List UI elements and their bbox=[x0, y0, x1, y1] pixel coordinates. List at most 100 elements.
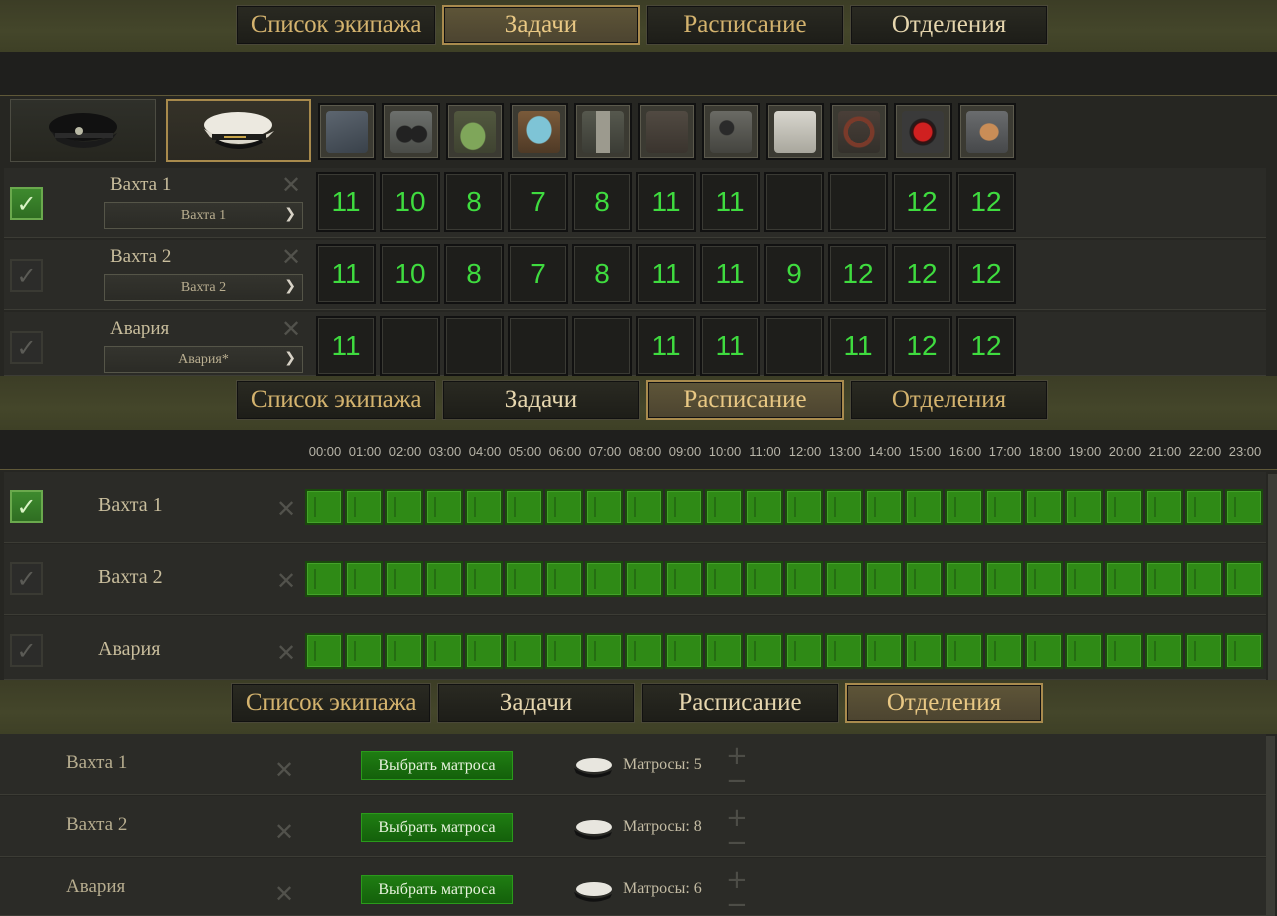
task-cell[interactable]: 11 bbox=[636, 172, 696, 232]
tab-tasks[interactable]: Задачи bbox=[437, 683, 635, 723]
task-cell[interactable]: 8 bbox=[444, 172, 504, 232]
schedule-slot[interactable] bbox=[785, 489, 823, 525]
tab-divisions[interactable]: Отделения bbox=[850, 5, 1048, 45]
task-cell[interactable]: 12 bbox=[892, 244, 952, 304]
watch-1-dropdown[interactable]: Вахта 1 ❯ bbox=[104, 202, 303, 229]
division-watch-1-remove-icon[interactable]: ✕ bbox=[274, 758, 294, 782]
tab-tasks[interactable]: Задачи bbox=[442, 5, 640, 45]
schedule-slot[interactable] bbox=[985, 561, 1023, 597]
task-cell[interactable]: 11 bbox=[700, 172, 760, 232]
schedule-scrollbar[interactable] bbox=[1268, 474, 1277, 680]
task-cell[interactable] bbox=[828, 172, 888, 232]
schedule-slot[interactable] bbox=[745, 561, 783, 597]
task-cell[interactable] bbox=[764, 172, 824, 232]
task-cell[interactable]: 12 bbox=[956, 316, 1016, 376]
task-torpedo-slot[interactable] bbox=[318, 103, 376, 160]
tab-tasks[interactable]: Задачи bbox=[442, 380, 640, 420]
task-radio-slot[interactable] bbox=[766, 103, 824, 160]
task-cell[interactable]: 11 bbox=[316, 172, 376, 232]
task-cell[interactable]: 11 bbox=[636, 244, 696, 304]
schedule-slot[interactable] bbox=[465, 489, 503, 525]
schedule-slot[interactable] bbox=[665, 633, 703, 669]
task-cell[interactable]: 10 bbox=[380, 244, 440, 304]
schedule-slot[interactable] bbox=[425, 489, 463, 525]
task-cell[interactable]: 8 bbox=[572, 172, 632, 232]
schedule-slot[interactable] bbox=[345, 489, 383, 525]
schedule-slot[interactable] bbox=[905, 489, 943, 525]
schedule-slot[interactable] bbox=[1145, 561, 1183, 597]
task-cell[interactable] bbox=[380, 316, 440, 376]
watch-1-checkbox[interactable]: ✓ bbox=[10, 187, 43, 220]
task-cell[interactable] bbox=[572, 316, 632, 376]
schedule-slot[interactable] bbox=[905, 561, 943, 597]
division-watch-1-pick-sailor-button[interactable]: Выбрать матроса bbox=[361, 751, 513, 780]
division-watch-2-minus-icon[interactable]: − bbox=[726, 830, 748, 856]
schedule-slot[interactable] bbox=[865, 633, 903, 669]
schedule-slot[interactable] bbox=[425, 633, 463, 669]
schedule-slot[interactable] bbox=[1105, 489, 1143, 525]
schedule-slot[interactable] bbox=[385, 489, 423, 525]
schedule-slot[interactable] bbox=[785, 561, 823, 597]
schedule-watch-1-checkbox[interactable]: ✓ bbox=[10, 490, 43, 523]
task-cell[interactable]: 12 bbox=[956, 172, 1016, 232]
task-handprint-slot[interactable] bbox=[958, 103, 1016, 160]
schedule-slot[interactable] bbox=[1105, 633, 1143, 669]
task-cell[interactable]: 11 bbox=[700, 316, 760, 376]
schedule-slot[interactable] bbox=[825, 633, 863, 669]
task-cell[interactable]: 9 bbox=[764, 244, 824, 304]
schedule-emergency-remove-icon[interactable]: ✕ bbox=[276, 641, 296, 665]
tab-divisions[interactable]: Отделения bbox=[850, 380, 1048, 420]
tab-schedule[interactable]: Расписание bbox=[646, 5, 844, 45]
schedule-slot[interactable] bbox=[705, 561, 743, 597]
schedule-slot[interactable] bbox=[625, 633, 663, 669]
officer-cap-black-button[interactable] bbox=[10, 99, 156, 162]
schedule-slot[interactable] bbox=[505, 561, 543, 597]
schedule-slot[interactable] bbox=[305, 489, 343, 525]
schedule-slot[interactable] bbox=[865, 489, 903, 525]
schedule-slot[interactable] bbox=[345, 633, 383, 669]
division-emergency-remove-icon[interactable]: ✕ bbox=[274, 882, 294, 906]
schedule-watch-1-remove-icon[interactable]: ✕ bbox=[276, 497, 296, 521]
schedule-slot[interactable] bbox=[785, 633, 823, 669]
tab-crew-list[interactable]: Список экипажа bbox=[236, 380, 436, 420]
watch-2-dropdown[interactable]: Вахта 2 ❯ bbox=[104, 274, 303, 301]
schedule-slot[interactable] bbox=[945, 489, 983, 525]
schedule-slot[interactable] bbox=[985, 633, 1023, 669]
schedule-slot[interactable] bbox=[385, 633, 423, 669]
division-emergency-minus-icon[interactable]: − bbox=[726, 892, 748, 916]
schedule-slot[interactable] bbox=[745, 633, 783, 669]
schedule-slot[interactable] bbox=[945, 633, 983, 669]
division-watch-1-minus-icon[interactable]: − bbox=[726, 768, 748, 794]
schedule-watch-2-remove-icon[interactable]: ✕ bbox=[276, 569, 296, 593]
division-emergency-pick-sailor-button[interactable]: Выбрать матроса bbox=[361, 875, 513, 904]
schedule-watch-2-checkbox[interactable]: ✓ bbox=[10, 562, 43, 595]
division-watch-2-remove-icon[interactable]: ✕ bbox=[274, 820, 294, 844]
schedule-slot[interactable] bbox=[665, 489, 703, 525]
task-cell[interactable]: 12 bbox=[892, 316, 952, 376]
schedule-slot[interactable] bbox=[465, 561, 503, 597]
task-mop-slot[interactable] bbox=[446, 103, 504, 160]
schedule-slot[interactable] bbox=[585, 561, 623, 597]
task-cell[interactable]: 8 bbox=[444, 244, 504, 304]
task-cell[interactable]: 11 bbox=[828, 316, 888, 376]
schedule-slot[interactable] bbox=[585, 489, 623, 525]
schedule-slot[interactable] bbox=[945, 561, 983, 597]
schedule-emergency-checkbox[interactable]: ✓ bbox=[10, 634, 43, 667]
task-periscope-slot[interactable] bbox=[574, 103, 632, 160]
schedule-slot[interactable] bbox=[425, 561, 463, 597]
watch-2-checkbox[interactable]: ✓ bbox=[10, 259, 43, 292]
task-cell[interactable]: 11 bbox=[636, 316, 696, 376]
schedule-slot[interactable] bbox=[505, 633, 543, 669]
schedule-slot[interactable] bbox=[1065, 489, 1103, 525]
emergency-remove-icon[interactable]: ✕ bbox=[281, 317, 301, 341]
task-cooking-slot[interactable] bbox=[510, 103, 568, 160]
watch-2-remove-icon[interactable]: ✕ bbox=[281, 245, 301, 269]
schedule-slot[interactable] bbox=[1025, 489, 1063, 525]
schedule-slot[interactable] bbox=[545, 561, 583, 597]
schedule-slot[interactable] bbox=[545, 633, 583, 669]
schedule-slot[interactable] bbox=[305, 561, 343, 597]
task-cell[interactable] bbox=[508, 316, 568, 376]
tab-schedule[interactable]: Расписание bbox=[641, 683, 839, 723]
task-bbc-radio-slot[interactable] bbox=[638, 103, 696, 160]
schedule-slot[interactable] bbox=[1145, 489, 1183, 525]
